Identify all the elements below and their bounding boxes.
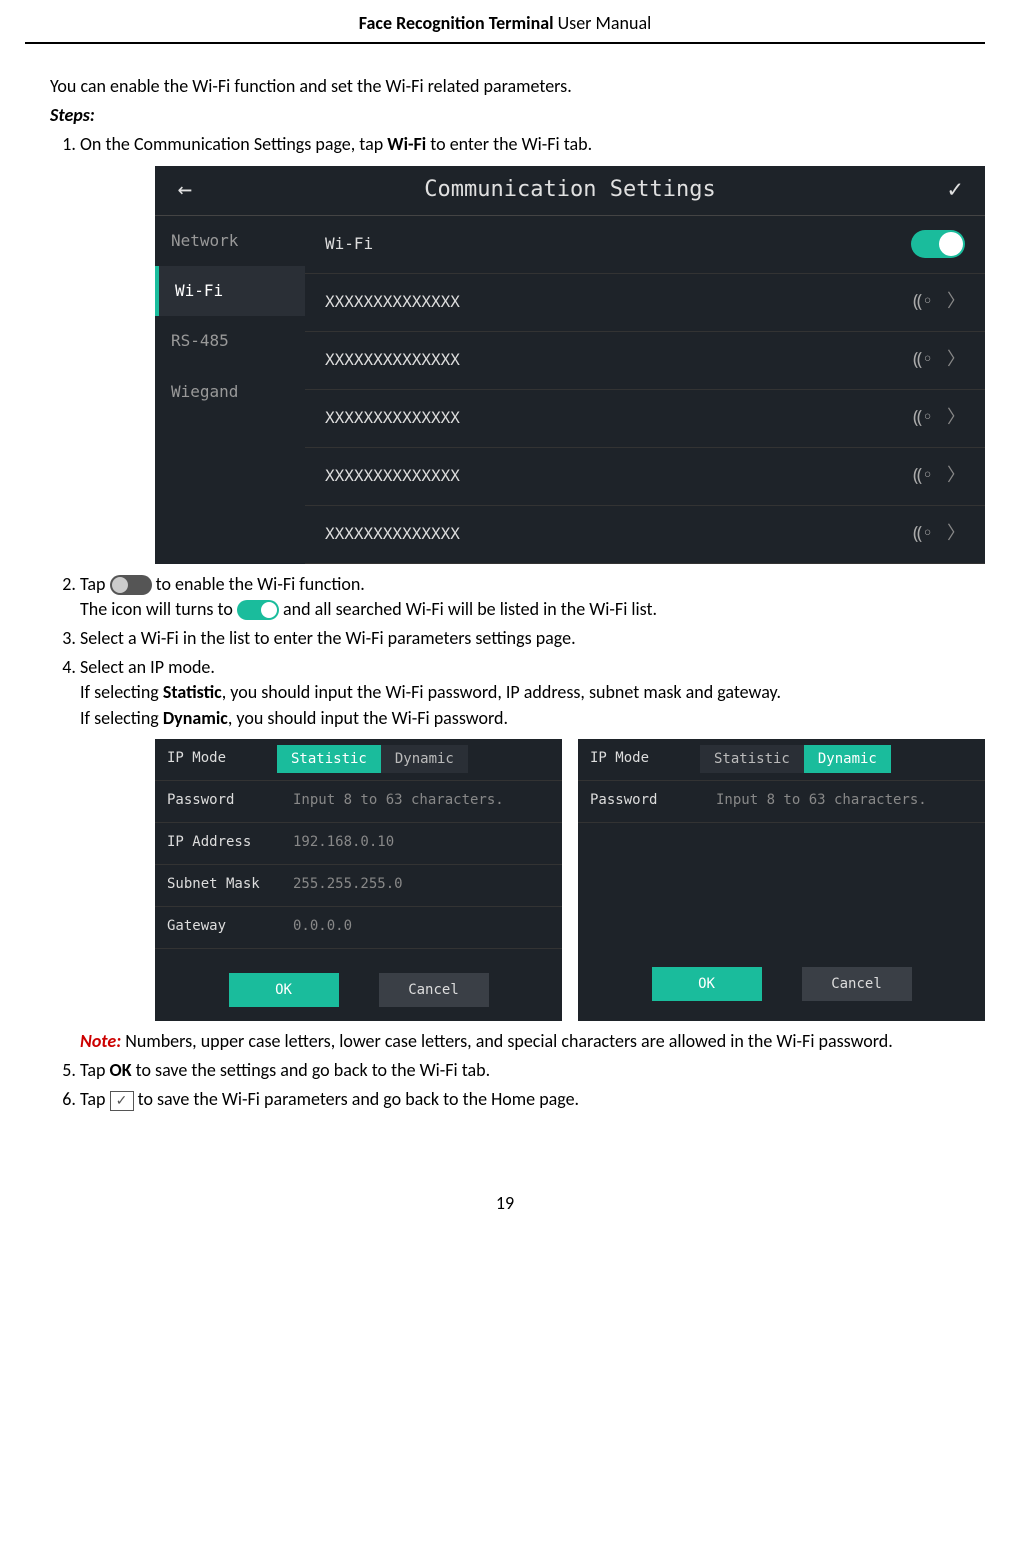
steps-label: Steps: <box>50 103 960 128</box>
ok-button[interactable]: OK <box>229 973 339 1007</box>
page-header: Face Recognition Terminal User Manual <box>25 0 985 44</box>
gateway-label: Gateway <box>167 917 277 937</box>
ip-mode-panels: IP Mode Statistic Dynamic Password Input… <box>155 739 985 1021</box>
wifi-signal-icon: ⸨◦ <box>913 289 933 314</box>
communication-settings-screenshot: ← Communication Settings ✓ Network Wi-Fi… <box>155 166 985 564</box>
wifi-toggle[interactable] <box>911 230 965 258</box>
toggle-on-icon <box>237 600 279 620</box>
chevron-right-icon: 〉 <box>947 405 965 430</box>
wifi-network-row[interactable]: XXXXXXXXXXXXXX ⸨◦ 〉 <box>305 506 985 564</box>
sidebar-item-rs485[interactable]: RS-485 <box>155 316 305 366</box>
intro-text: You can enable the Wi-Fi function and se… <box>50 74 960 99</box>
screen-title: Communication Settings <box>215 175 925 206</box>
confirm-icon[interactable]: ✓ <box>925 173 985 207</box>
statistic-panel: IP Mode Statistic Dynamic Password Input… <box>155 739 562 1021</box>
sidebar-item-network[interactable]: Network <box>155 216 305 266</box>
wifi-network-row[interactable]: XXXXXXXXXXXXXX ⸨◦ 〉 <box>305 448 985 506</box>
password-field[interactable]: Input 8 to 63 characters. <box>277 791 504 811</box>
note-text: Numbers, upper case letters, lower case … <box>121 1030 893 1052</box>
step-5: Tap OK to save the settings and go back … <box>80 1058 960 1083</box>
wifi-signal-icon: ⸨◦ <box>913 347 933 372</box>
chevron-right-icon: 〉 <box>947 463 965 488</box>
step-1: On the Communication Settings page, tap … <box>80 132 960 563</box>
chevron-right-icon: 〉 <box>947 289 965 314</box>
page-number: 19 <box>25 1192 985 1214</box>
seg-statistic[interactable]: Statistic <box>700 745 804 773</box>
toggle-off-icon <box>110 575 152 595</box>
sidebar: Network Wi-Fi RS-485 Wiegand <box>155 216 305 564</box>
subnet-mask-label: Subnet Mask <box>167 875 277 895</box>
subnet-mask-field[interactable]: 255.255.255.0 <box>277 875 403 895</box>
ip-address-field[interactable]: 192.168.0.10 <box>277 833 394 853</box>
chevron-right-icon: 〉 <box>947 521 965 546</box>
wifi-network-row[interactable]: XXXXXXXXXXXXXX ⸨◦ 〉 <box>305 332 985 390</box>
wifi-signal-icon: ⸨◦ <box>913 521 933 546</box>
seg-dynamic[interactable]: Dynamic <box>804 745 891 773</box>
step-2: Tap to enable the Wi-Fi function. The ic… <box>80 572 960 622</box>
header-title-rest: User Manual <box>554 12 652 34</box>
content-body: You can enable the Wi-Fi function and se… <box>25 74 985 1112</box>
password-field[interactable]: Input 8 to 63 characters. <box>700 791 927 811</box>
dynamic-panel: IP Mode Statistic Dynamic Password Input… <box>578 739 985 1021</box>
step-6: Tap ✓ to save the Wi-Fi parameters and g… <box>80 1087 960 1112</box>
wifi-signal-icon: ⸨◦ <box>913 405 933 430</box>
step-4: Select an IP mode. If selecting Statisti… <box>80 655 960 1054</box>
password-label: Password <box>590 791 700 811</box>
header-title-bold: Face Recognition Terminal <box>359 12 554 34</box>
back-icon[interactable]: ← <box>155 173 215 207</box>
step-3: Select a Wi-Fi in the list to enter the … <box>80 626 960 651</box>
seg-statistic[interactable]: Statistic <box>277 745 381 773</box>
wifi-toggle-row: Wi-Fi <box>305 216 985 274</box>
cancel-button[interactable]: Cancel <box>379 973 489 1007</box>
wifi-network-row[interactable]: XXXXXXXXXXXXXX ⸨◦ 〉 <box>305 390 985 448</box>
ip-mode-label: IP Mode <box>167 749 277 769</box>
chevron-right-icon: 〉 <box>947 347 965 372</box>
ip-address-label: IP Address <box>167 833 277 853</box>
sidebar-item-wifi[interactable]: Wi-Fi <box>155 266 305 316</box>
ok-button[interactable]: OK <box>652 967 762 1001</box>
note-label: Note: <box>80 1030 121 1052</box>
steps-list: On the Communication Settings page, tap … <box>50 132 960 1112</box>
cancel-button[interactable]: Cancel <box>802 967 912 1001</box>
wifi-signal-icon: ⸨◦ <box>913 463 933 488</box>
wifi-list: Wi-Fi XXXXXXXXXXXXXX ⸨◦ 〉 XXXXXXXXXXXXXX… <box>305 216 985 564</box>
password-label: Password <box>167 791 277 811</box>
sidebar-item-wiegand[interactable]: Wiegand <box>155 367 305 417</box>
gateway-field[interactable]: 0.0.0.0 <box>277 917 352 937</box>
wifi-network-row[interactable]: XXXXXXXXXXXXXX ⸨◦ 〉 <box>305 274 985 332</box>
check-icon: ✓ <box>110 1091 134 1111</box>
ip-mode-label: IP Mode <box>590 749 700 769</box>
seg-dynamic[interactable]: Dynamic <box>381 745 468 773</box>
